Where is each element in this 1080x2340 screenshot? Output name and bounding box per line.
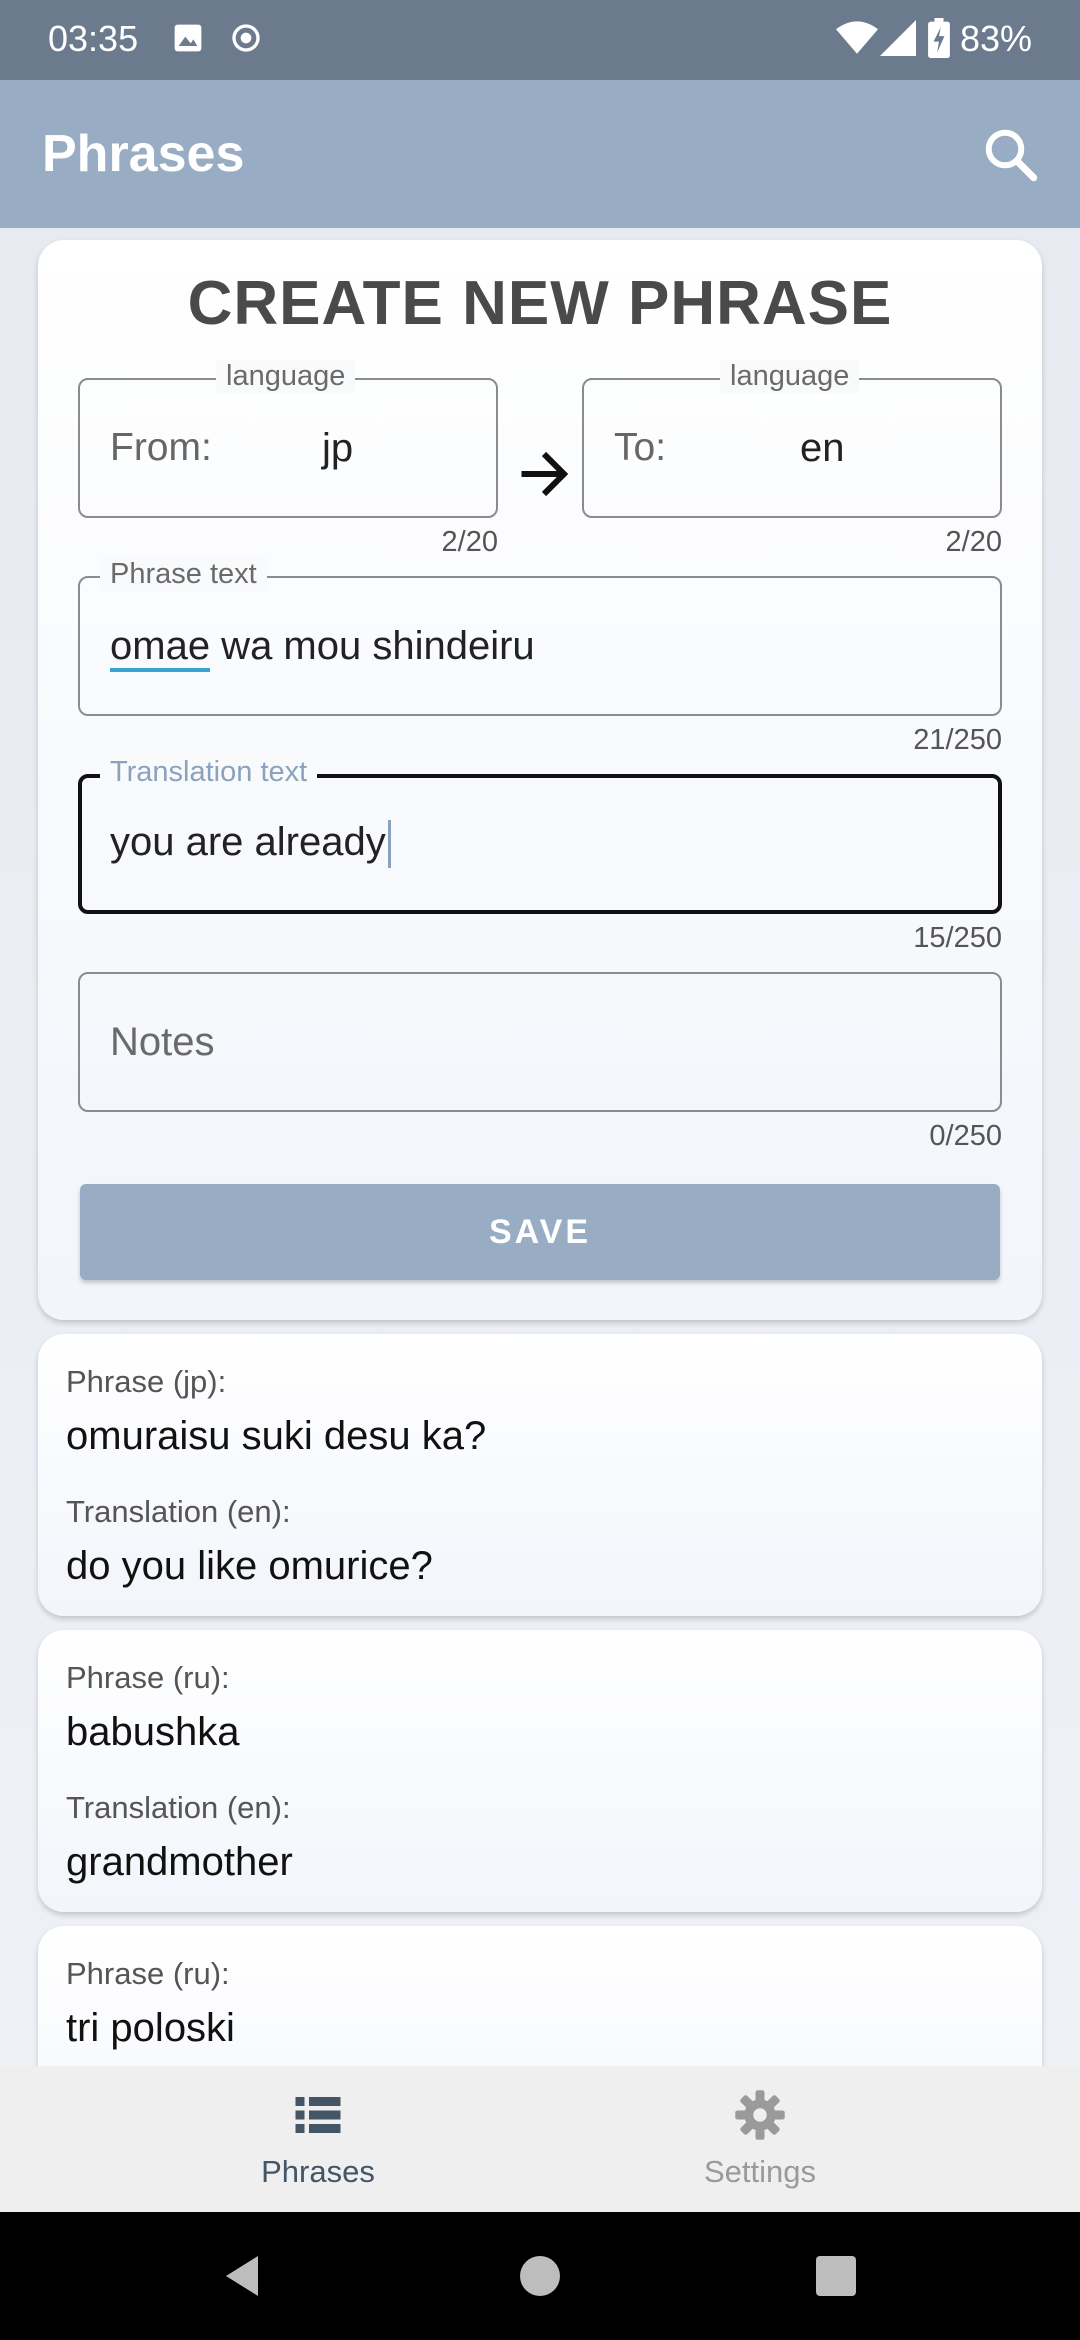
phrase-language-label: Phrase (jp): (66, 1364, 227, 1399)
notes-placeholder: Notes (110, 1020, 215, 1064)
app-bar: Phrases (0, 80, 1080, 228)
phrase-text-underlined-word: omae (110, 624, 211, 672)
nav-label-settings: Settings (703, 2154, 816, 2189)
page-title: Phrases (42, 125, 245, 183)
from-prefix: From: (110, 426, 212, 469)
phrase-card[interactable]: Phrase (ru): tri poloski (38, 1926, 1042, 2066)
content-scroll[interactable]: CREATE NEW PHRASE language From: jp 2/20… (0, 228, 1080, 2066)
to-counter: 2/20 (945, 526, 1002, 558)
from-language-value: jp (322, 426, 354, 470)
translation-counter: 15/250 (913, 922, 1002, 954)
save-button[interactable]: SAVE (80, 1184, 1000, 1280)
create-phrase-title: CREATE NEW PHRASE (187, 269, 893, 338)
home-icon[interactable] (516, 2252, 564, 2300)
battery-icon (928, 18, 950, 58)
nav-item-settings[interactable]: Settings (490, 2066, 1030, 2212)
status-bar: 03:35 83% (0, 0, 1080, 80)
phrase-text-field[interactable]: Phrase text omae wa mou shindeiru (78, 558, 1002, 716)
phrase-language-label: Phrase (ru): (66, 1956, 230, 1991)
bottom-navigation: Phrases Settings (0, 2066, 1080, 2212)
translation-language-label: Translation (en): (66, 1790, 291, 1825)
system-navigation-bar (0, 2212, 1080, 2340)
translation-text-field[interactable]: Translation text you are already (78, 756, 1002, 914)
signal-icon (880, 20, 916, 56)
to-prefix: To: (614, 426, 667, 469)
text-cursor (387, 820, 391, 869)
phrase-text: omuraisu suki desu ka? (66, 1414, 487, 1458)
to-language-value: en (800, 426, 845, 470)
phrase-language-label: Phrase (ru): (66, 1660, 230, 1695)
translation-text-content: you are already (110, 820, 386, 864)
to-language-legend: language (720, 360, 860, 393)
notes-counter: 0/250 (929, 1120, 1002, 1152)
gear-icon (735, 2090, 785, 2140)
from-language-field[interactable]: language From: jp (78, 360, 498, 518)
wifi-icon (836, 21, 878, 54)
phrase-text-legend: Phrase text (100, 558, 267, 591)
translation-text: grandmother (66, 1840, 293, 1884)
notes-field[interactable]: Notes (78, 972, 1002, 1112)
image-notification-icon (174, 24, 202, 52)
list-icon (295, 2097, 341, 2133)
phrase-counter: 21/250 (913, 724, 1002, 756)
phrase-text-value: omae wa mou shindeiru (110, 624, 535, 672)
phrase-text-rest: wa mou shindeiru (210, 624, 535, 668)
create-phrase-card: CREATE NEW PHRASE language From: jp 2/20… (38, 240, 1042, 1320)
record-notification-icon (232, 24, 260, 52)
arrow-right-icon (521, 451, 569, 497)
status-time: 03:35 (48, 18, 139, 59)
translation-text-value: you are already (110, 820, 391, 869)
phrase-card[interactable]: Phrase (jp): omuraisu suki desu ka? Tran… (38, 1334, 1042, 1616)
back-icon[interactable] (218, 2252, 266, 2300)
phrase-card[interactable]: Phrase (ru): babushka Translation (en): … (38, 1630, 1042, 1912)
recents-icon[interactable] (812, 2252, 860, 2300)
from-counter: 2/20 (441, 526, 498, 558)
phrase-text: tri poloski (66, 2006, 235, 2050)
from-language-legend: language (216, 360, 356, 393)
to-language-field[interactable]: language To: en (582, 360, 1002, 518)
search-icon[interactable] (980, 124, 1040, 184)
translation-text: do you like omurice? (66, 1544, 433, 1588)
phrase-text: babushka (66, 1710, 240, 1754)
battery-percent: 83% (959, 18, 1032, 59)
translation-language-label: Translation (en): (66, 1494, 291, 1529)
translation-text-legend: Translation text (100, 756, 318, 789)
